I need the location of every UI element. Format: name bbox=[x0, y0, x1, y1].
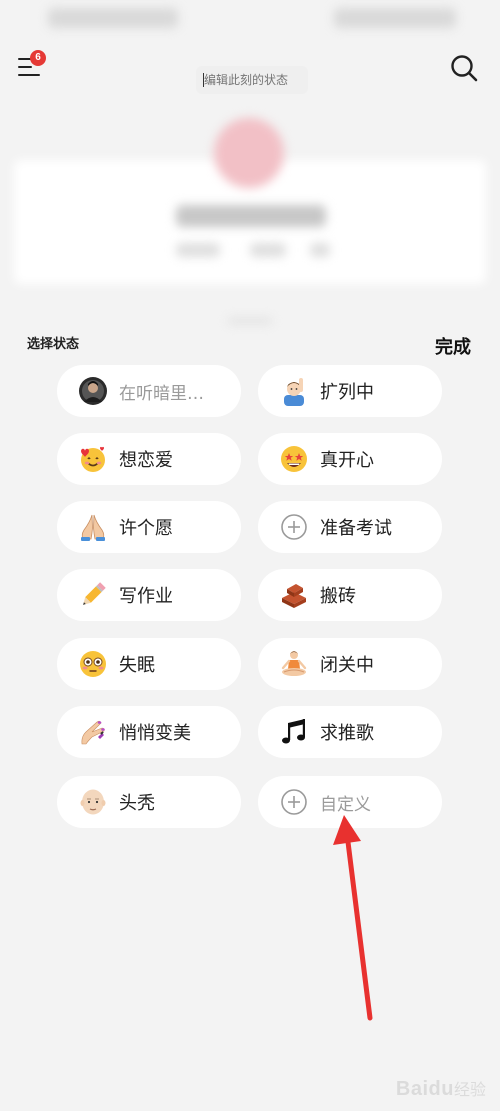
page-indicator bbox=[228, 318, 272, 324]
status-option-label: 准备考试 bbox=[320, 518, 392, 539]
status-option-label: 求推歌 bbox=[320, 723, 374, 744]
bald-person-icon bbox=[77, 786, 109, 818]
search-button[interactable] bbox=[448, 52, 480, 84]
music-avatar-icon bbox=[77, 375, 109, 407]
profile-stat-blur bbox=[310, 243, 330, 257]
status-option-label: 想恋爱 bbox=[119, 450, 173, 471]
status-option-label: 写作业 bbox=[119, 586, 173, 607]
menu-bar bbox=[18, 66, 32, 68]
status-option-label: 悄悄变美 bbox=[119, 723, 191, 744]
folded-hands-icon bbox=[77, 511, 109, 543]
music-notes-icon bbox=[278, 716, 310, 748]
status-option-expanding[interactable]: 扩列中 bbox=[258, 365, 442, 417]
raising-hand-person-icon bbox=[278, 375, 310, 407]
plus-circle-icon bbox=[278, 786, 310, 818]
status-option-listening[interactable]: 在听暗里… bbox=[57, 365, 241, 417]
status-option-custom[interactable]: 自定义 bbox=[258, 776, 442, 828]
status-bar-left-blur bbox=[48, 8, 178, 28]
done-button[interactable]: 完成 bbox=[435, 333, 471, 359]
status-option-recommend-song[interactable]: 求推歌 bbox=[258, 706, 442, 758]
status-option-insomnia[interactable]: 失眠 bbox=[57, 638, 241, 690]
status-option-homework[interactable]: 写作业 bbox=[57, 569, 241, 621]
profile-stat-blur bbox=[250, 243, 286, 257]
status-input[interactable] bbox=[196, 66, 308, 94]
plus-circle-icon bbox=[278, 511, 310, 543]
status-option-so-happy[interactable]: 真开心 bbox=[258, 433, 442, 485]
status-option-label: 闭关中 bbox=[320, 655, 374, 676]
watermark-paw: du bbox=[428, 1078, 454, 1100]
status-option-secretly-beautiful[interactable]: 悄悄变美 bbox=[57, 706, 241, 758]
star-struck-face-icon bbox=[278, 443, 310, 475]
status-option-label: 在听暗里… bbox=[119, 383, 204, 404]
status-option-label: 搬砖 bbox=[320, 586, 356, 607]
status-bar bbox=[0, 0, 500, 36]
profile-stat-blur bbox=[176, 243, 220, 257]
status-option-label: 自定义 bbox=[320, 794, 371, 815]
status-bar-right-blur bbox=[334, 8, 456, 28]
status-option-label: 真开心 bbox=[320, 450, 374, 471]
brick-icon bbox=[278, 579, 310, 611]
profile-avatar bbox=[214, 118, 284, 188]
pencil-icon bbox=[77, 579, 109, 611]
status-option-label: 许个愿 bbox=[119, 518, 173, 539]
status-option-bald[interactable]: 头秃 bbox=[57, 776, 241, 828]
flushed-face-icon bbox=[77, 648, 109, 680]
watermark-suffix: 经验 bbox=[453, 1080, 486, 1099]
watermark: Baidu经验 bbox=[396, 1076, 486, 1101]
menu-bar bbox=[18, 74, 40, 76]
status-option-label: 失眠 bbox=[119, 655, 155, 676]
section-title: 选择状态 bbox=[27, 337, 80, 352]
status-option-label: 扩列中 bbox=[320, 382, 374, 403]
status-option-prepare-exam[interactable]: 准备考试 bbox=[258, 501, 442, 553]
status-option-label: 头秃 bbox=[119, 793, 155, 814]
profile-name-blur bbox=[176, 205, 326, 227]
status-option-want-love[interactable]: 想恋爱 bbox=[57, 433, 241, 485]
nail-polish-icon bbox=[77, 716, 109, 748]
meditating-person-icon bbox=[278, 648, 310, 680]
watermark-brand: Bai bbox=[395, 1078, 429, 1100]
status-option-move-bricks[interactable]: 搬砖 bbox=[258, 569, 442, 621]
status-option-in-seclusion[interactable]: 闭关中 bbox=[258, 638, 442, 690]
smiling-face-with-hearts-icon bbox=[77, 443, 109, 475]
notification-badge: 6 bbox=[30, 50, 46, 66]
status-option-make-wish[interactable]: 许个愿 bbox=[57, 501, 241, 553]
search-icon bbox=[451, 55, 478, 82]
text-caret bbox=[203, 73, 204, 87]
